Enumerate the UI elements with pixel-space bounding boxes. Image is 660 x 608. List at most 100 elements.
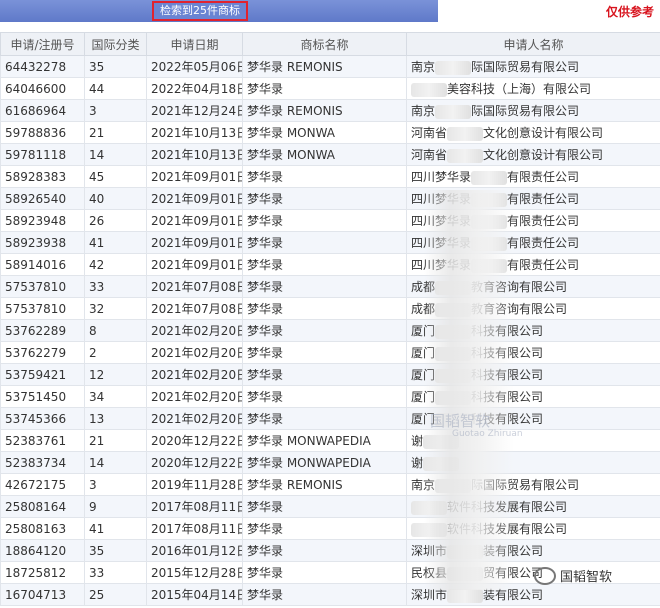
regno-link[interactable]: 61686964 — [0, 99, 85, 122]
regno-link[interactable]: 57537810 — [0, 275, 85, 298]
mark-link[interactable]: 梦华录 — [242, 253, 407, 276]
regno-link[interactable]: 25808164 — [0, 495, 85, 518]
class-cell: 14 — [84, 451, 147, 474]
mark-link[interactable]: 梦华录 — [242, 297, 407, 320]
table-row[interactable]: 58923938 41 2021年09月01日 梦华录 四川梦华录 有限责任公司 — [0, 231, 660, 254]
applicant-head: 厦门 — [411, 412, 436, 426]
mark-link[interactable]: 梦华录 — [242, 407, 407, 430]
table-row[interactable]: 53762289 8 2021年02月20日 梦华录 厦门 科技有限公司 — [0, 319, 660, 342]
mark-link[interactable]: 梦华录 REMONIS — [242, 473, 407, 496]
regno-link[interactable]: 53759421 — [0, 363, 85, 386]
mark-link[interactable]: 梦华录 — [242, 341, 407, 364]
mark-link[interactable]: 梦华录 — [242, 77, 407, 100]
applicant-cell: 深圳市 装有限公司 — [406, 539, 660, 562]
date-cell: 2017年08月11日 — [146, 495, 243, 518]
mark-link[interactable]: 梦华录 MONWAPEDIA — [242, 451, 407, 474]
regno-link[interactable]: 53751450 — [0, 385, 85, 408]
class-cell: 3 — [84, 473, 147, 496]
regno-link[interactable]: 58923948 — [0, 209, 85, 232]
col-header-date[interactable]: 申请日期 — [146, 32, 243, 56]
table-row[interactable]: 53745366 13 2021年02月20日 梦华录 厦门 科技有限公司 — [0, 407, 660, 430]
applicant-head: 南京 — [411, 104, 436, 118]
redaction-block — [435, 280, 472, 295]
class-cell: 41 — [84, 517, 147, 540]
regno-link[interactable]: 58914016 — [0, 253, 85, 276]
regno-link[interactable]: 52383761 — [0, 429, 85, 452]
regno-link[interactable]: 64046600 — [0, 77, 85, 100]
regno-link[interactable]: 58923938 — [0, 231, 85, 254]
mark-link[interactable]: 梦华录 REMONIS — [242, 99, 407, 122]
table-row[interactable]: 58923948 26 2021年09月01日 梦华录 四川梦华录 有限责任公司 — [0, 209, 660, 232]
applicant-tail: 装有限公司 — [483, 544, 544, 558]
table-row[interactable]: 59788836 21 2021年10月13日 梦华录 MONWA 河南省 文化创意设计有… — [0, 121, 660, 144]
regno-link[interactable]: 64432278 — [0, 55, 85, 78]
mark-link[interactable]: 梦华录 — [242, 583, 407, 606]
table-row[interactable]: 64046600 44 2022年04月18日 梦华录 美容科技（上海）有限公司 — [0, 77, 660, 100]
mark-link[interactable]: 梦华录 — [242, 275, 407, 298]
regno-link[interactable]: 42672175 — [0, 473, 85, 496]
applicant-cell: 厦门 科技有限公司 — [406, 385, 660, 408]
mark-link[interactable]: 梦华录 — [242, 517, 407, 540]
col-header-class[interactable]: 国际分类 — [84, 32, 147, 56]
mark-link[interactable]: 梦华录 MONWA — [242, 121, 407, 144]
applicant-head: 四川梦华录 — [411, 192, 472, 206]
mark-link[interactable]: 梦华录 — [242, 319, 407, 342]
mark-link[interactable]: 梦华录 — [242, 385, 407, 408]
table-row[interactable]: 25808164 9 2017年08月11日 梦华录 软件科技发展有限公司 — [0, 495, 660, 518]
mark-link[interactable]: 梦华录 — [242, 561, 407, 584]
mark-link[interactable]: 梦华录 MONWA — [242, 143, 407, 166]
mark-link[interactable]: 梦华录 — [242, 539, 407, 562]
mark-link[interactable]: 梦华录 — [242, 165, 407, 188]
table-row[interactable]: 57537810 33 2021年07月08日 梦华录 成都 教育咨询有限公司 — [0, 275, 660, 298]
table-row[interactable]: 58914016 42 2021年09月01日 梦华录 四川梦华录 有限责任公司 — [0, 253, 660, 276]
wechat-name: 国韬智软 — [560, 570, 613, 585]
regno-link[interactable]: 58926540 — [0, 187, 85, 210]
mark-link[interactable]: 梦华录 — [242, 363, 407, 386]
mark-link[interactable]: 梦华录 — [242, 187, 407, 210]
redaction-block — [435, 104, 472, 119]
mark-link[interactable]: 梦华录 REMONIS — [242, 55, 407, 78]
table-row[interactable]: 58928383 45 2021年09月01日 梦华录 四川梦华录 有限责任公司 — [0, 165, 660, 188]
col-header-applicant[interactable]: 申请人名称 — [406, 32, 660, 56]
regno-link[interactable]: 53745366 — [0, 407, 85, 430]
table-row[interactable]: 64432278 35 2022年05月06日 梦华录 REMONIS 南京 际国际贸易有… — [0, 55, 660, 78]
regno-link[interactable]: 53762279 — [0, 341, 85, 364]
table-row[interactable]: 57537810 32 2021年07月08日 梦华录 成都 教育咨询有限公司 — [0, 297, 660, 320]
applicant-tail: 软件科技发展有限公司 — [447, 522, 568, 536]
table-row[interactable]: 59781118 14 2021年10月13日 梦华录 MONWA 河南省 文化创意设计有… — [0, 143, 660, 166]
class-cell: 32 — [84, 297, 147, 320]
table-row[interactable]: 53762279 2 2021年02月20日 梦华录 厦门 科技有限公司 — [0, 341, 660, 364]
result-count-label[interactable]: 检索到25件商标 — [152, 1, 248, 21]
regno-link[interactable]: 58928383 — [0, 165, 85, 188]
mark-link[interactable]: 梦华录 MONWAPEDIA — [242, 429, 407, 452]
table-row[interactable]: 58926540 40 2021年09月01日 梦华录 四川梦华录 有限责任公司 — [0, 187, 660, 210]
col-header-mark[interactable]: 商标名称 — [242, 32, 407, 56]
regno-link[interactable]: 18864120 — [0, 539, 85, 562]
table-row[interactable]: 53759421 12 2021年02月20日 梦华录 厦门 科技有限公司 — [0, 363, 660, 386]
redaction-block — [435, 478, 472, 493]
regno-link[interactable]: 53762289 — [0, 319, 85, 342]
applicant-head: 南京 — [411, 60, 436, 74]
table-row[interactable]: 52383734 14 2020年12月22日 梦华录 MONWAPEDIA 谢 — [0, 451, 660, 474]
table-row[interactable]: 42672175 3 2019年11月28日 梦华录 REMONIS 南京 际国际贸易有限… — [0, 473, 660, 496]
regno-link[interactable]: 25808163 — [0, 517, 85, 540]
mark-link[interactable]: 梦华录 — [242, 495, 407, 518]
table-row[interactable]: 18864120 35 2016年01月12日 梦华录 深圳市 装有限公司 — [0, 539, 660, 562]
regno-link[interactable]: 57537810 — [0, 297, 85, 320]
mark-link[interactable]: 梦华录 — [242, 231, 407, 254]
col-header-regno[interactable]: 申请/注册号 — [0, 32, 85, 56]
regno-link[interactable]: 52383734 — [0, 451, 85, 474]
regno-link[interactable]: 18725812 — [0, 561, 85, 584]
mark-link[interactable]: 梦华录 — [242, 209, 407, 232]
regno-link[interactable]: 59781118 — [0, 143, 85, 166]
date-cell: 2022年05月06日 — [146, 55, 243, 78]
table-row[interactable]: 61686964 3 2021年12月24日 梦华录 REMONIS 南京 际国际贸易有限… — [0, 99, 660, 122]
table-row[interactable]: 53751450 34 2021年02月20日 梦华录 厦门 科技有限公司 — [0, 385, 660, 408]
regno-link[interactable]: 16704713 — [0, 583, 85, 606]
regno-link[interactable]: 59788836 — [0, 121, 85, 144]
table-row[interactable]: 16704713 25 2015年04月14日 梦华录 深圳市 装有限公司 — [0, 583, 660, 606]
table-row[interactable]: 25808163 41 2017年08月11日 梦华录 软件科技发展有限公司 — [0, 517, 660, 540]
applicant-cell: 四川梦华录 有限责任公司 — [406, 231, 660, 254]
class-cell: 14 — [84, 143, 147, 166]
table-row[interactable]: 52383761 21 2020年12月22日 梦华录 MONWAPEDIA 谢 — [0, 429, 660, 452]
